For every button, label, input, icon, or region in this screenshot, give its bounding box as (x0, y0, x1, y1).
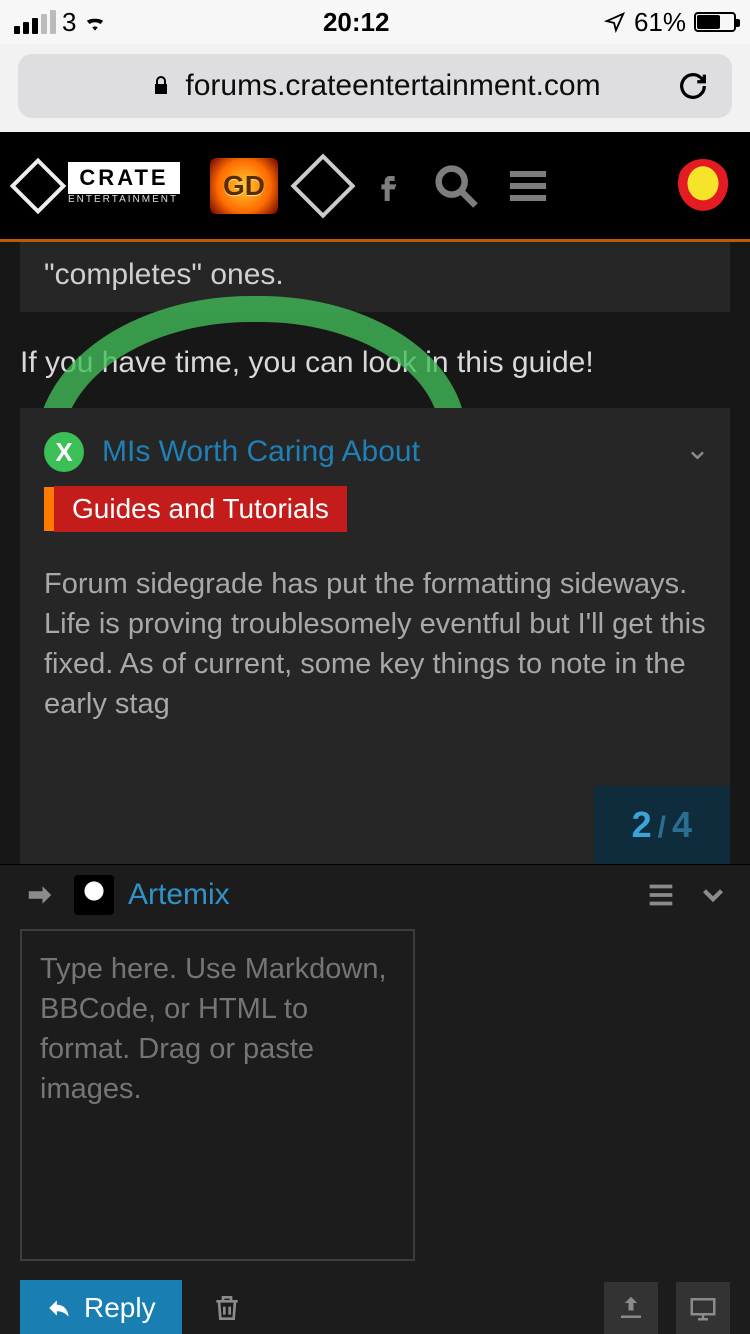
reload-icon[interactable] (676, 69, 710, 103)
progress-current: 2 (632, 804, 652, 845)
progress-total: 4 (672, 804, 692, 845)
chevron-down-icon[interactable] (696, 878, 730, 912)
trash-button[interactable] (200, 1282, 254, 1334)
user-avatar[interactable] (674, 157, 732, 215)
reply-button[interactable]: Reply (20, 1280, 182, 1334)
status-bar: 3 20:12 61% (0, 0, 750, 44)
list-icon[interactable] (644, 878, 678, 912)
address-host: forums.crateentertainment.com (185, 69, 600, 103)
browser-chrome-top: forums.crateentertainment.com (0, 44, 750, 132)
lock-icon (149, 72, 173, 100)
clock: 20:12 (323, 7, 390, 38)
quote-text: "completes" ones. (44, 258, 284, 291)
chevron-down-icon[interactable]: ⌄ (685, 432, 710, 467)
upload-button[interactable] (604, 1282, 658, 1334)
composer-textarea[interactable] (20, 929, 415, 1261)
recipient-username[interactable]: Artemix (128, 878, 230, 912)
post-content: "completes" ones. If you have time, you … (0, 242, 750, 864)
category-badge[interactable]: Guides and Tutorials (44, 486, 347, 532)
reply-icon (46, 1295, 72, 1321)
hamburger-icon[interactable] (504, 162, 552, 210)
home-icon[interactable] (290, 153, 355, 218)
reply-composer: Artemix Reply (0, 864, 750, 1334)
wifi-icon (82, 9, 108, 35)
category-label: Guides and Tutorials (54, 486, 347, 532)
reply-indicator-icon (20, 875, 60, 915)
facebook-icon[interactable] (368, 166, 408, 206)
linked-topic-title[interactable]: MIs Worth Caring About (102, 435, 420, 469)
battery-percent: 61% (634, 7, 686, 38)
address-bar[interactable]: forums.crateentertainment.com (18, 54, 732, 118)
gd-logo[interactable]: GD (210, 158, 278, 214)
post-text: If you have time, you can look in this g… (20, 346, 730, 380)
reply-label: Reply (84, 1292, 156, 1324)
site-header: CRATE ENTERTAINMENT GD (0, 132, 750, 242)
linked-topic-box[interactable]: X MIs Worth Caring About ⌄ Guides and Tu… (20, 408, 730, 864)
carrier-label: 3 (62, 7, 76, 38)
quoted-block: "completes" ones. (20, 242, 730, 312)
desktop-button[interactable] (676, 1282, 730, 1334)
recipient-avatar (74, 875, 114, 915)
linked-topic-excerpt: Forum sidegrade has put the formatting s… (44, 564, 706, 724)
signal-icon (14, 10, 56, 34)
search-icon[interactable] (430, 160, 482, 212)
crate-logo[interactable]: CRATE ENTERTAINMENT (18, 160, 188, 212)
topic-author-avatar: X (44, 432, 84, 472)
topic-progress[interactable]: 2/4 (594, 786, 730, 864)
battery-icon (694, 12, 736, 32)
location-icon (604, 11, 626, 33)
